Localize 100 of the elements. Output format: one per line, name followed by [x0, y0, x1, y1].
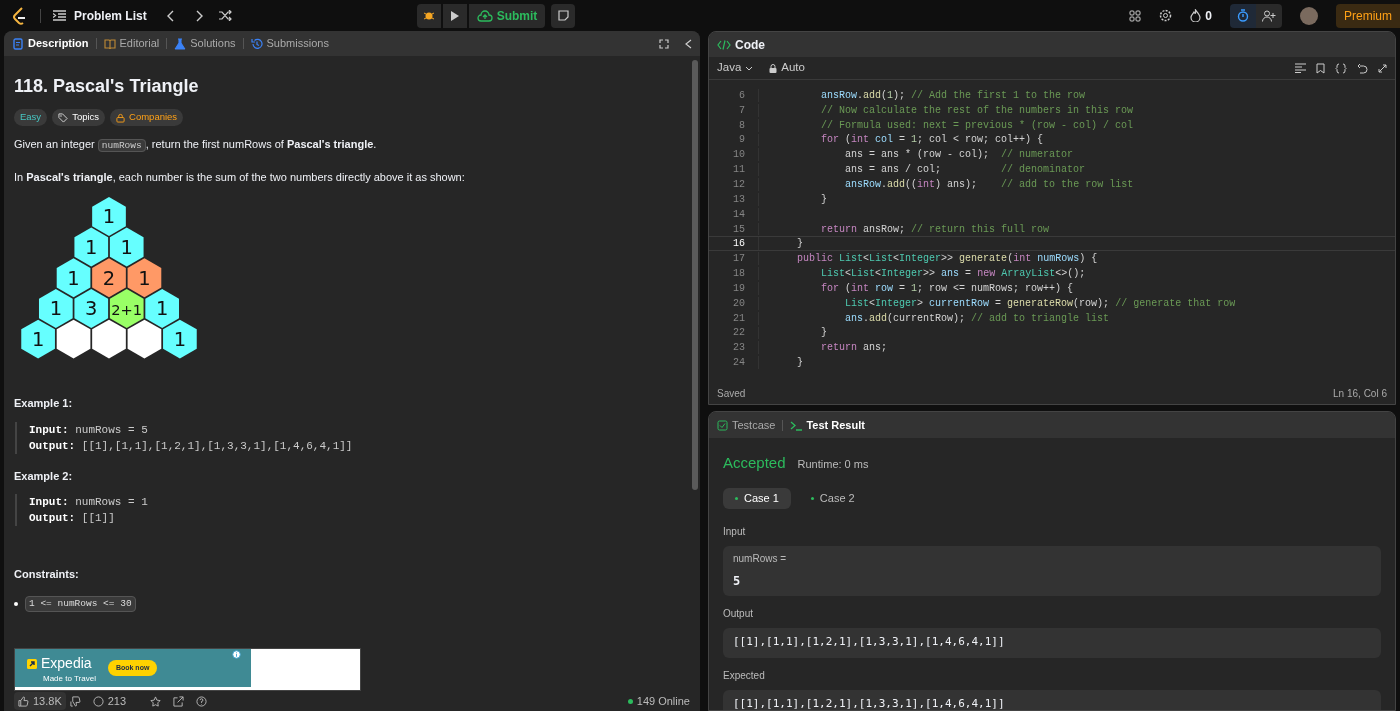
- scrollbar-thumb[interactable]: [692, 60, 698, 490]
- like-button[interactable]: 13.8K: [14, 692, 66, 710]
- panel-tab[interactable]: Testcase: [717, 416, 776, 434]
- line-number: 16: [732, 237, 745, 252]
- chevron-right-icon[interactable]: [194, 9, 203, 22]
- code-line: }: [820, 326, 827, 341]
- companies-tag[interactable]: Companies: [110, 109, 184, 126]
- cloud-upload-icon: [476, 9, 493, 22]
- example-line: Input: numRows = 5: [29, 422, 149, 438]
- help-icon[interactable]: [196, 695, 208, 707]
- panel-title: Code: [735, 36, 765, 54]
- code-line: List<Integer> currentRow = generateRow(row); // generate that row: [844, 296, 1236, 311]
- line-number: 9: [738, 133, 745, 148]
- parameter-name: numRows =: [733, 552, 788, 566]
- line-number: 7: [738, 103, 745, 118]
- field-label: Input: [723, 524, 747, 539]
- code-line: // Formula used: next = previous * (row - col) / col: [820, 118, 1134, 133]
- field-label: Output: [723, 606, 755, 621]
- example-heading: Example 2:: [14, 468, 74, 484]
- line-number: 14: [732, 207, 745, 222]
- line-number: 21: [732, 311, 745, 326]
- settings-icon[interactable]: [1159, 9, 1173, 22]
- bookmark-icon[interactable]: [1316, 62, 1325, 74]
- code-line: ans = ans * (row - col); // numerator: [844, 148, 1074, 163]
- line-number: 12: [732, 178, 745, 192]
- hexagon-cell: 1: [74, 227, 109, 267]
- bullet-icon: [14, 601, 18, 606]
- logo-icon[interactable]: [12, 6, 28, 25]
- book-icon: [103, 37, 116, 50]
- output-value-box: [[1],[1,1],[1,2,1],[1,3,3,1],[1,4,6,4,1]]: [723, 627, 1381, 658]
- notes-button[interactable]: [551, 3, 576, 28]
- fullscreen-icon[interactable]: [659, 38, 669, 49]
- code-line: return ansRow; // return this full row: [820, 222, 1050, 237]
- chevron-left-icon[interactable]: [166, 9, 175, 22]
- add-user-button[interactable]: [1256, 3, 1282, 28]
- mode-label: Auto: [781, 60, 805, 76]
- terminal-icon: [790, 419, 803, 431]
- lock-icon: [769, 63, 778, 73]
- description-text: In Pascal's triangle, each number is the sum of the two numbers directly above it as shown:: [14, 170, 466, 185]
- code-line: }: [796, 356, 803, 371]
- case-tab[interactable]: Case 2: [798, 487, 867, 509]
- runtime-label: Runtime: 0 ms: [797, 457, 869, 472]
- line-number: 10: [732, 148, 745, 163]
- run-button[interactable]: [442, 3, 467, 28]
- code-icon: [717, 39, 731, 50]
- debug-button[interactable]: [416, 3, 441, 28]
- line-number: 8: [738, 118, 745, 133]
- collapse-icon[interactable]: [685, 38, 692, 49]
- checkbox-icon: [717, 419, 728, 431]
- code-line: for (int row = 1; row <= numRows; row++) {: [820, 281, 1074, 296]
- line-number: 11: [732, 163, 745, 178]
- code-line: ans.add(currentRow); // add to triangle list: [844, 311, 1110, 326]
- hexagon-cell: 3: [74, 288, 109, 328]
- document-icon: [12, 37, 24, 50]
- line-number: 20: [732, 296, 745, 311]
- code-line: // Now calculate the rest of the numbers in this row: [820, 103, 1134, 118]
- expand-icon[interactable]: [1378, 63, 1387, 73]
- comments-button[interactable]: 213: [92, 692, 127, 710]
- hexagon-cell: 1: [92, 196, 126, 236]
- timer-button[interactable]: [1230, 3, 1256, 28]
- shuffle-icon[interactable]: [218, 10, 232, 21]
- hexagon-cell: 1: [145, 288, 179, 328]
- save-status: Saved: [717, 386, 746, 401]
- star-icon[interactable]: [150, 695, 162, 707]
- field-label: Expected: [723, 668, 766, 683]
- language-dropdown[interactable]: Java: [717, 59, 754, 77]
- undo-icon[interactable]: [1357, 62, 1368, 74]
- flask-icon: [174, 37, 187, 50]
- thumbs-down-icon[interactable]: [69, 695, 81, 707]
- share-icon[interactable]: [173, 695, 185, 707]
- difficulty-tag[interactable]: Easy: [14, 109, 48, 126]
- panel-tab[interactable]: Test Result: [790, 416, 865, 434]
- add-user-icon: [1262, 9, 1276, 22]
- thumbs-up-icon: [18, 695, 29, 707]
- code-line: }: [820, 192, 827, 207]
- panel-tab[interactable]: Submissions: [250, 35, 329, 52]
- code-line: List<List<Integer>> ans = new ArrayList<>();: [820, 267, 1086, 282]
- online-count: 149 Online: [636, 693, 690, 709]
- panel-tab[interactable]: Description: [12, 35, 89, 52]
- example-heading: Example 1:: [14, 396, 74, 412]
- constraints-heading: Constraints:: [14, 567, 80, 583]
- flame-icon: [1190, 9, 1202, 22]
- topics-tag[interactable]: Topics: [52, 109, 106, 126]
- hexagon-cell: 1: [39, 288, 73, 328]
- problem-list-button[interactable]: Problem List: [53, 6, 147, 25]
- grid-icon[interactable]: [1129, 9, 1142, 22]
- format-icon[interactable]: [1295, 63, 1306, 73]
- line-number: 17: [732, 252, 745, 267]
- info-icon[interactable]: [232, 650, 241, 660]
- avatar[interactable]: [1300, 6, 1318, 25]
- submit-button[interactable]: Submit: [468, 3, 546, 28]
- braces-icon[interactable]: [1335, 62, 1347, 74]
- parameter-value: 5: [733, 573, 742, 590]
- panel-tab[interactable]: Editorial: [103, 35, 160, 52]
- panel-tab[interactable]: Solutions: [174, 35, 236, 52]
- note-icon: [557, 10, 569, 21]
- premium-button[interactable]: Premium: [1336, 3, 1400, 28]
- line-number: 22: [732, 326, 745, 341]
- case-tab[interactable]: Case 1: [723, 487, 791, 509]
- hexagon-cell: 2+1: [109, 288, 144, 328]
